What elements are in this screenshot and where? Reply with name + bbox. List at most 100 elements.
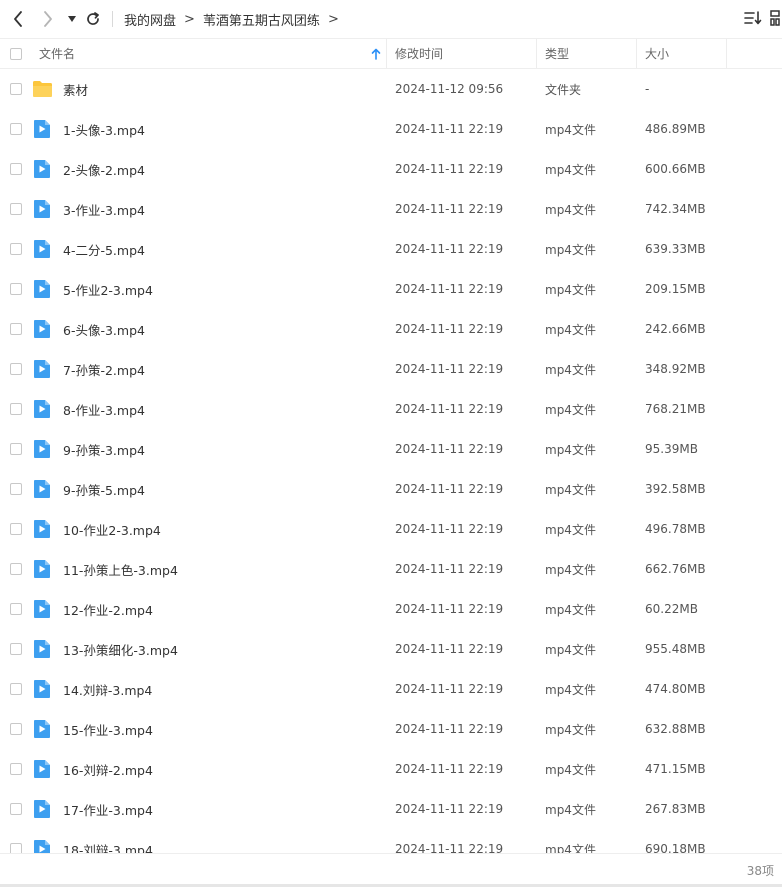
checkbox[interactable] — [10, 47, 22, 60]
video-file-icon — [33, 759, 51, 779]
breadcrumb-item-root[interactable]: 我的网盘 — [124, 10, 176, 29]
file-modified-date: 2024-11-11 22:19 — [395, 802, 504, 816]
video-file-icon — [33, 199, 51, 219]
toolbar-divider — [112, 11, 113, 27]
row-checkbox[interactable] — [10, 723, 22, 735]
file-name: 13-孙策细化-3.mp4 — [63, 642, 178, 658]
row-checkbox[interactable] — [10, 683, 22, 695]
column-divider[interactable] — [386, 39, 387, 68]
file-row[interactable]: 11-孙策上色-3.mp4 2024-11-11 22:19 mp4文件 662.76… — [0, 549, 782, 589]
video-file-icon — [33, 799, 51, 819]
folder-row[interactable]: 素材 2024-11-12 09:56 文件夹 - — [0, 69, 782, 109]
file-modified-date: 2024-11-11 22:19 — [395, 642, 504, 656]
row-checkbox[interactable] — [10, 203, 22, 215]
file-type: mp4文件 — [545, 282, 596, 297]
row-checkbox[interactable] — [10, 123, 22, 135]
breadcrumb-separator-icon: > — [327, 11, 339, 27]
file-row[interactable]: 6-头像-3.mp4 2024-11-11 22:19 mp4文件 242.66MB — [0, 309, 782, 349]
column-type[interactable]: 类型 — [545, 39, 569, 68]
file-type: mp4文件 — [545, 682, 596, 697]
column-size[interactable]: 大小 — [645, 39, 669, 68]
video-file-icon — [33, 519, 51, 539]
status-bar: 38项 — [0, 853, 782, 887]
file-row[interactable]: 4-二分-5.mp4 2024-11-11 22:19 mp4文件 639.33MB — [0, 229, 782, 269]
column-modified[interactable]: 修改时间 — [395, 39, 443, 68]
file-row[interactable]: 2-头像-2.mp4 2024-11-11 22:19 mp4文件 600.66MB — [0, 149, 782, 189]
file-row[interactable]: 5-作业2-3.mp4 2024-11-11 22:19 mp4文件 209.15MB — [0, 269, 782, 309]
refresh-icon[interactable] — [84, 9, 102, 29]
file-modified-date: 2024-11-11 22:19 — [395, 202, 504, 216]
file-type: mp4文件 — [545, 242, 596, 257]
row-checkbox[interactable] — [10, 643, 22, 655]
sort-list-icon[interactable] — [744, 10, 762, 30]
file-type: mp4文件 — [545, 402, 596, 417]
row-checkbox[interactable] — [10, 83, 22, 95]
breadcrumb-item-current[interactable]: 苇酒第五期古风团练 — [203, 10, 320, 29]
file-name: 6-头像-3.mp4 — [63, 322, 145, 338]
video-file-icon — [33, 239, 51, 259]
file-size: 632.88MB — [645, 722, 706, 736]
video-file-icon — [33, 679, 51, 699]
file-name: 9-孙策-5.mp4 — [63, 482, 145, 498]
file-row[interactable]: 9-孙策-5.mp4 2024-11-11 22:19 mp4文件 392.58MB — [0, 469, 782, 509]
grid-view-icon[interactable] — [770, 10, 780, 30]
column-divider[interactable] — [636, 39, 637, 68]
row-checkbox[interactable] — [10, 803, 22, 815]
row-checkbox[interactable] — [10, 323, 22, 335]
file-name: 素材 — [63, 82, 89, 98]
file-row[interactable]: 15-作业-3.mp4 2024-11-11 22:19 mp4文件 632.88MB — [0, 709, 782, 749]
file-row[interactable]: 18-刘辩-3.mp4 2024-11-11 22:19 mp4文件 690.18MB — [0, 829, 782, 853]
file-name: 12-作业-2.mp4 — [63, 602, 153, 618]
file-row[interactable]: 12-作业-2.mp4 2024-11-11 22:19 mp4文件 60.22MB — [0, 589, 782, 629]
select-all-checkbox[interactable] — [10, 39, 22, 68]
forward-arrow-icon[interactable] — [40, 9, 56, 29]
file-name: 7-孙策-2.mp4 — [63, 362, 145, 378]
file-modified-date: 2024-11-11 22:19 — [395, 322, 504, 336]
file-row[interactable]: 1-头像-3.mp4 2024-11-11 22:19 mp4文件 486.89MB — [0, 109, 782, 149]
file-row[interactable]: 17-作业-3.mp4 2024-11-11 22:19 mp4文件 267.83MB — [0, 789, 782, 829]
row-checkbox[interactable] — [10, 443, 22, 455]
file-row[interactable]: 8-作业-3.mp4 2024-11-11 22:19 mp4文件 768.21MB — [0, 389, 782, 429]
file-row[interactable]: 9-孙策-3.mp4 2024-11-11 22:19 mp4文件 95.39MB — [0, 429, 782, 469]
row-checkbox[interactable] — [10, 403, 22, 415]
file-size: 496.78MB — [645, 522, 706, 536]
file-type: mp4文件 — [545, 362, 596, 377]
row-checkbox[interactable] — [10, 523, 22, 535]
row-checkbox[interactable] — [10, 483, 22, 495]
row-checkbox[interactable] — [10, 563, 22, 575]
file-row[interactable]: 7-孙策-2.mp4 2024-11-11 22:19 mp4文件 348.92MB — [0, 349, 782, 389]
row-checkbox[interactable] — [10, 763, 22, 775]
column-name[interactable]: 文件名 — [39, 39, 75, 68]
file-name: 10-作业2-3.mp4 — [63, 522, 161, 538]
file-row[interactable]: 10-作业2-3.mp4 2024-11-11 22:19 mp4文件 496.78M… — [0, 509, 782, 549]
file-type: mp4文件 — [545, 722, 596, 737]
file-name: 16-刘辩-2.mp4 — [63, 762, 153, 778]
row-checkbox[interactable] — [10, 163, 22, 175]
file-modified-date: 2024-11-11 22:19 — [395, 122, 504, 136]
video-file-icon — [33, 119, 51, 139]
item-count: 38项 — [746, 863, 774, 878]
video-file-icon — [33, 359, 51, 379]
row-checkbox[interactable] — [10, 283, 22, 295]
row-checkbox[interactable] — [10, 363, 22, 375]
back-arrow-icon[interactable] — [10, 9, 26, 29]
breadcrumb: 我的网盘 > 苇酒第五期古风团练 > — [124, 0, 347, 38]
column-divider[interactable] — [726, 39, 727, 68]
row-checkbox[interactable] — [10, 843, 22, 853]
row-checkbox[interactable] — [10, 243, 22, 255]
file-type: mp4文件 — [545, 162, 596, 177]
file-row[interactable]: 14.刘辩-3.mp4 2024-11-11 22:19 mp4文件 474.80MB — [0, 669, 782, 709]
file-size: 486.89MB — [645, 122, 706, 136]
file-row[interactable]: 3-作业-3.mp4 2024-11-11 22:19 mp4文件 742.34MB — [0, 189, 782, 229]
file-size: 690.18MB — [645, 842, 706, 853]
file-modified-date: 2024-11-11 22:19 — [395, 522, 504, 536]
row-checkbox[interactable] — [10, 603, 22, 615]
file-row[interactable]: 16-刘辩-2.mp4 2024-11-11 22:19 mp4文件 471.15MB — [0, 749, 782, 789]
file-name: 18-刘辩-3.mp4 — [63, 842, 153, 854]
column-divider[interactable] — [536, 39, 537, 68]
dropdown-triangle-icon[interactable] — [66, 9, 78, 29]
file-type: mp4文件 — [545, 562, 596, 577]
file-row[interactable]: 13-孙策细化-3.mp4 2024-11-11 22:19 mp4文件 955.48… — [0, 629, 782, 669]
file-name: 5-作业2-3.mp4 — [63, 282, 153, 298]
sort-ascending-icon[interactable] — [371, 39, 381, 68]
